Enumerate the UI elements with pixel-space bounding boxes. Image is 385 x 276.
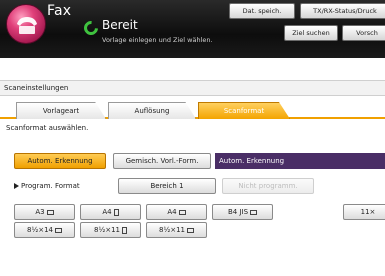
size-label: 8½×14 (26, 226, 53, 234)
size-label: A4 (167, 208, 177, 216)
mixed-sizes-button[interactable]: Gemisch. Vorl.-Form. (113, 153, 211, 169)
tab-original-type[interactable]: Vorlageart (16, 102, 106, 119)
size-b4-jis-button[interactable]: B4 JIS (212, 204, 273, 220)
tab-resolution[interactable]: Auflösung (108, 102, 196, 119)
size-label: 8½×11 (158, 226, 185, 234)
size-label: B4 JIS (227, 208, 249, 216)
section-header: Scaneinstellungen (0, 80, 385, 96)
size-a4-portrait-button[interactable]: A4 (80, 204, 141, 220)
portrait-icon (113, 209, 119, 216)
landscape-icon (250, 210, 258, 215)
size-label: A4 (102, 208, 112, 216)
landscape-icon (46, 210, 54, 215)
arrow-right-icon (14, 183, 19, 189)
landscape-icon (178, 210, 186, 215)
size-label: 11× (360, 208, 376, 216)
program-format-label: Program. Format (14, 182, 80, 190)
area-1-button[interactable]: Bereich 1 (118, 178, 216, 194)
empty-area (0, 244, 385, 276)
auto-detect-button[interactable]: Autom. Erkennung (14, 153, 106, 169)
preview-button[interactable]: Vorsch (342, 25, 385, 41)
current-selection-display: Autom. Erkennung (215, 153, 385, 169)
tx-rx-status-button[interactable]: TX/RX-Status/Druck (300, 3, 385, 19)
size-8-5x14-button[interactable]: 8½×14 (14, 222, 75, 238)
status-text: Bereit (102, 18, 138, 32)
title-bar: Fax Dat. speich. TX/RX-Status/Druck Bere… (0, 0, 385, 58)
tab-scan-size[interactable]: Scanformat (198, 102, 290, 119)
not-programmed-button: Nicht programm. (222, 178, 314, 194)
store-file-button[interactable]: Dat. speich. (229, 3, 295, 19)
search-destination-button[interactable]: Ziel suchen (284, 25, 338, 41)
landscape-icon (55, 228, 62, 233)
size-8-5x11-landscape-button[interactable]: 8½×11 (146, 222, 207, 238)
size-label: 8½×11 (93, 226, 120, 234)
landscape-icon (187, 228, 194, 233)
status-subtext: Vorlage einlegen und Ziel wählen. (102, 36, 213, 44)
fax-icon (6, 4, 46, 44)
size-a4-landscape-button[interactable]: A4 (146, 204, 207, 220)
size-8-5x11-portrait-button[interactable]: 8½×11 (80, 222, 141, 238)
ready-status-icon (81, 18, 101, 38)
instruction-text: Scanformat auswählen. (6, 124, 89, 132)
tab-bar: Vorlageart Auflösung Scanformat (0, 102, 385, 119)
size-label: A3 (35, 208, 45, 216)
portrait-icon (122, 227, 127, 234)
size-11x-button[interactable]: 11× (343, 204, 385, 220)
app-title: Fax (47, 3, 72, 19)
program-format-text: Program. Format (21, 182, 80, 190)
size-a3-button[interactable]: A3 (14, 204, 75, 220)
